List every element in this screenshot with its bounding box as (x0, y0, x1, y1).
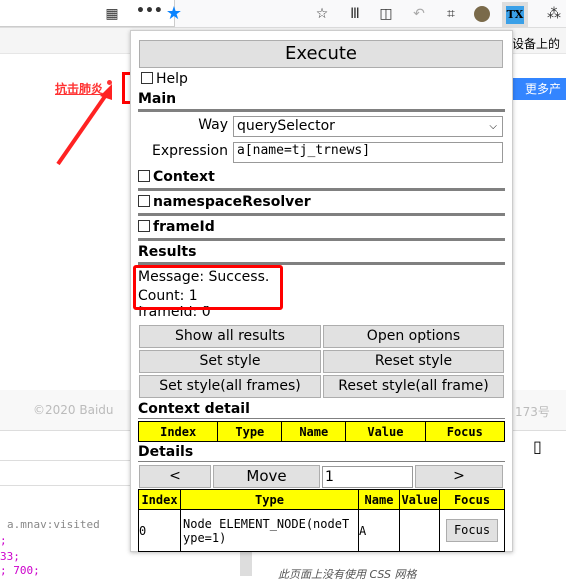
move-index-input[interactable]: 1 (322, 466, 413, 488)
reset-style-all-frames-button[interactable]: Reset style(all frame) (323, 375, 504, 398)
context-table: Index Type Name Value Focus (137, 421, 506, 442)
way-select[interactable]: querySelector ⌵ (233, 116, 503, 137)
reset-style-button[interactable]: Reset style (323, 350, 504, 373)
context-detail-heading: Context detail (138, 401, 250, 417)
expression-label: Expression (152, 143, 228, 159)
set-style-button[interactable]: Set style (139, 350, 321, 373)
results-heading: Results (138, 244, 197, 260)
responsive-icon[interactable]: ▯ (533, 437, 542, 456)
namespace-checkbox[interactable]: namespaceResolver (138, 194, 505, 210)
namespace-label: namespaceResolver (153, 194, 311, 210)
help-label: Help (156, 71, 188, 87)
set-style-all-frames-button[interactable]: Set style(all frames) (139, 375, 321, 398)
column-header: Focus (424, 421, 506, 442)
row-value (399, 509, 440, 552)
red-arrow (56, 84, 112, 166)
undo-icon[interactable]: ↶ (408, 0, 430, 28)
tx-extension-button[interactable]: TX (502, 2, 528, 28)
result-highlight-box (133, 265, 283, 310)
expression-input[interactable]: a[name=tj_trnews] (233, 142, 503, 163)
column-header: Focus (439, 489, 505, 510)
column-header: Index (138, 489, 181, 510)
column-header: Index (137, 421, 219, 442)
details-table: Index Type Name Value Focus 0 Node ELEME… (138, 489, 505, 552)
main-heading: Main (138, 91, 177, 107)
more-products-button[interactable]: 更多产品 (505, 78, 566, 118)
grid-note: 此页面上没有使用 CSS 网格 (278, 568, 417, 581)
more-icon[interactable]: ••• (136, 0, 163, 25)
avatar-icon[interactable] (474, 6, 490, 22)
row-index: 0 (138, 509, 181, 552)
show-all-results-button[interactable]: Show all results (139, 325, 321, 348)
row-name: A (358, 509, 400, 552)
column-header: Name (358, 489, 400, 510)
focus-button[interactable]: Focus (446, 519, 498, 542)
column-header: Type (180, 489, 359, 510)
css-line: ; (0, 534, 7, 547)
column-header: Value (399, 489, 440, 510)
context-checkbox[interactable]: Context (138, 169, 505, 185)
help-checkbox[interactable]: Help (141, 71, 188, 87)
extensions-icon[interactable]: ⁂ (543, 0, 565, 28)
css-line: ; 700; (0, 564, 40, 577)
table-row: 0 Node ELEMENT_NODE(nodeType=1) A Focus (138, 509, 505, 552)
row-type: Node ELEMENT_NODE(nodeType=1) (180, 509, 359, 552)
chevron-down-icon: ⌵ (489, 121, 497, 132)
prev-button[interactable]: < (139, 465, 211, 488)
footer-copyright: ©2020 Baidu (33, 403, 114, 417)
library-icon[interactable]: Ⅲ (344, 0, 366, 28)
notification-text: 设备上的 (512, 37, 561, 51)
sidebar-icon[interactable]: ◫ (375, 0, 397, 28)
css-selector: a.mnav:visited (7, 518, 100, 531)
splitter[interactable] (240, 552, 252, 576)
column-header: Value (345, 421, 426, 442)
frameid-checkbox[interactable]: frameId (138, 219, 505, 235)
way-value: querySelector (237, 118, 335, 134)
open-options-button[interactable]: Open options (323, 325, 504, 348)
frameid-label: frameId (153, 219, 215, 235)
column-header: Type (217, 421, 283, 442)
way-label: Way (198, 117, 228, 133)
css-line: 33; (0, 550, 20, 563)
tx-extension-icon: TX (506, 6, 524, 24)
crop-icon[interactable]: ⌗ (440, 0, 462, 28)
execute-button[interactable]: Execute (139, 40, 503, 68)
bookmark-star-icon[interactable]: ★ (163, 0, 185, 28)
move-button[interactable]: Move (213, 465, 320, 488)
save-icon[interactable]: ☆ (311, 0, 333, 28)
qr-code-icon[interactable]: ▦ (101, 0, 123, 28)
next-button[interactable]: > (415, 465, 503, 488)
column-header: Name (281, 421, 347, 442)
details-heading: Details (138, 444, 194, 460)
context-label: Context (153, 169, 215, 185)
footer-icp: 173号 (515, 405, 550, 419)
